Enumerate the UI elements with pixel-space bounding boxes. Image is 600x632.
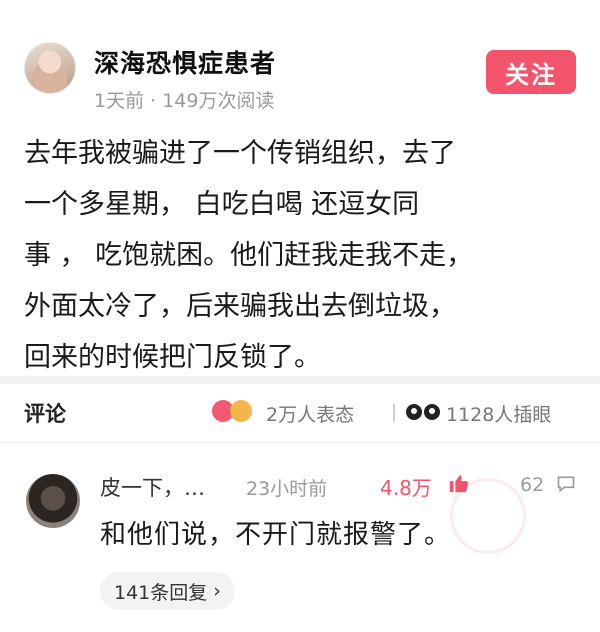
comments-label: 评论: [24, 402, 66, 426]
chevron-right-icon: ›: [213, 580, 221, 602]
follow-button[interactable]: 关注: [486, 50, 576, 94]
author-avatar[interactable]: [24, 42, 76, 94]
comment-like-count[interactable]: 4.8万: [380, 472, 432, 501]
replies-button[interactable]: 141条回复 ›: [100, 572, 235, 610]
reply-bubble-icon[interactable]: [556, 474, 576, 494]
post-header: 深海恐惧症患者 1天前 · 149万次阅读 关注: [0, 0, 600, 120]
commenter-name[interactable]: 皮一下，…: [100, 472, 205, 502]
post-body: 去年我被骗进了一个传销组织，去了 一个多星期， 白吃白喝 还逗女同 事 ， 吃饱…: [24, 138, 474, 373]
bar-separator: [393, 404, 395, 422]
reactions-count[interactable]: 2万人表态: [266, 400, 354, 427]
comment-time: 23小时前: [246, 478, 328, 500]
post-meta: 1天前 · 149万次阅读: [94, 90, 275, 112]
author-name[interactable]: 深海恐惧症患者: [94, 44, 276, 80]
eyes-icon: [406, 404, 442, 422]
emoji-reaction-icon: [230, 400, 252, 422]
reaction-icons[interactable]: [212, 400, 262, 424]
commenter-avatar[interactable]: [26, 474, 80, 528]
comment-divider: [0, 442, 600, 443]
comment-text: 和他们说，不开门就报警了。: [100, 520, 452, 550]
comment-reply-count[interactable]: 62: [520, 474, 544, 496]
replies-label: 141条回复: [114, 581, 208, 604]
section-divider: [0, 376, 600, 384]
comment-bar: 评论 2万人表态 1128人插眼: [0, 390, 600, 436]
bookmark-count[interactable]: 1128人插眼: [446, 400, 551, 427]
